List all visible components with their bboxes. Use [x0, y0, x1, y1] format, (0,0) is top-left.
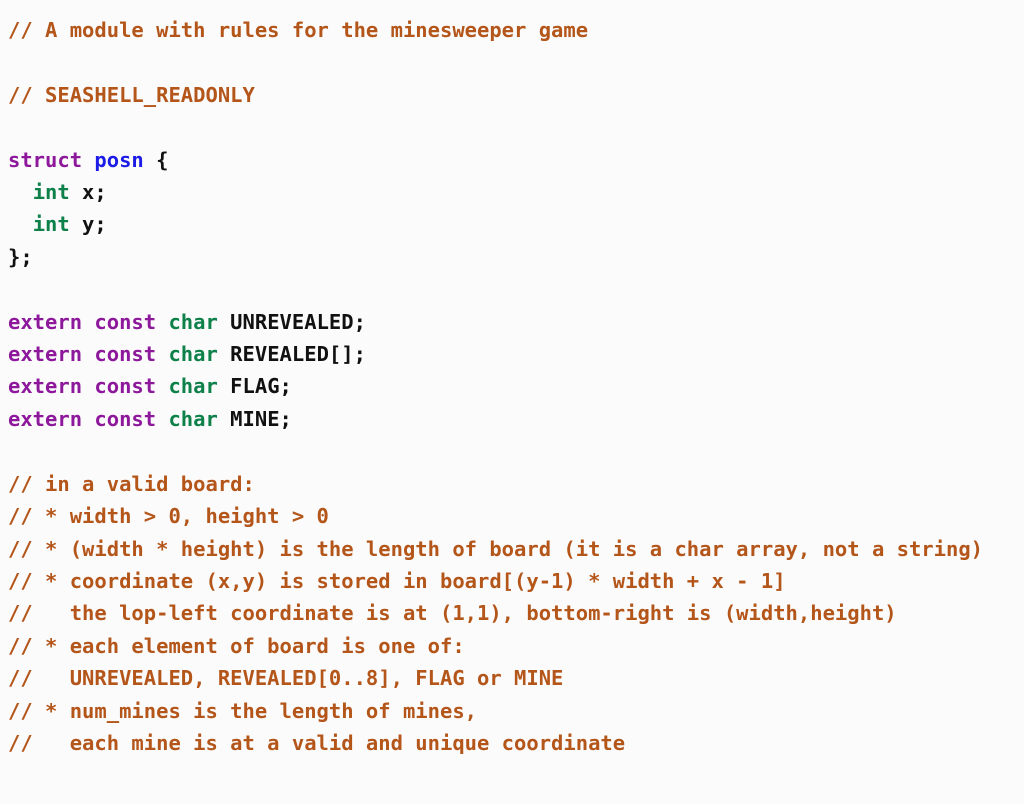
code-line[interactable]: }; [8, 241, 1016, 273]
code-token-plain: x; [69, 180, 107, 205]
code-line-blank[interactable] [8, 111, 1016, 143]
code-token-comment: // A module with rules for the minesweep… [8, 18, 589, 42]
code-line[interactable]: extern const char MINE; [8, 403, 1016, 435]
code-token-plain: y; [69, 212, 107, 237]
code-token-plain: REVEALED[]; [217, 342, 366, 367]
code-token-comment: // * coordinate (x,y) is stored in board… [8, 568, 786, 593]
code-editor-viewport[interactable]: // A module with rules for the minesweep… [0, 0, 1024, 804]
code-token-comment: // * width > 0, height > 0 [8, 504, 329, 529]
code-token-punct: }; [8, 244, 33, 269]
code-line[interactable]: // SEASHELL_READONLY [8, 79, 1016, 111]
code-line[interactable]: extern const char FLAG; [8, 370, 1016, 402]
code-line[interactable]: // UNREVEALED, REVEALED[0..8], FLAG or M… [8, 662, 1016, 694]
code-line-blank[interactable] [8, 46, 1016, 78]
code-line[interactable]: // * width > 0, height > 0 [8, 500, 1016, 532]
code-token-keyword: extern const [8, 374, 157, 399]
code-line[interactable]: extern const char UNREVEALED; [8, 306, 1016, 338]
code-token-comment: // * num_mines is the length of mines, [8, 698, 477, 723]
code-token-keyword: extern const [8, 342, 157, 367]
code-token-type: char [168, 342, 218, 367]
code-line[interactable]: extern const char REVEALED[]; [8, 338, 1016, 370]
code-line[interactable]: struct posn { [8, 144, 1016, 176]
code-token-type: int [32, 180, 70, 205]
code-token-comment: // in a valid board: [8, 471, 255, 496]
code-token-comment: // each mine is at a valid and unique co… [8, 730, 626, 755]
code-token-typename: posn [94, 147, 144, 172]
code-token-plain: MINE; [217, 406, 292, 431]
code-token-keyword: extern const [8, 406, 157, 431]
code-line[interactable]: // * each element of board is one of: [8, 630, 1016, 662]
code-line[interactable]: // * (width * height) is the length of b… [8, 533, 1016, 565]
code-line-blank[interactable] [8, 273, 1016, 305]
code-line[interactable]: // in a valid board: [8, 468, 1016, 500]
code-token-comment: // * each element of board is one of: [8, 633, 465, 658]
code-line[interactable]: // * coordinate (x,y) is stored in board… [8, 565, 1016, 597]
code-token-type: char [168, 406, 218, 431]
code-line-blank[interactable] [8, 435, 1016, 467]
code-token-comment: // UNREVEALED, REVEALED[0..8], FLAG or M… [8, 666, 564, 691]
code-token-comment: // the lop-left coordinate is at (1,1), … [8, 601, 897, 626]
code-line[interactable]: // * num_mines is the length of mines, [8, 695, 1016, 727]
code-token-plain: UNREVEALED; [217, 309, 366, 334]
code-token-keyword: struct [8, 147, 83, 172]
code-token-comment: // SEASHELL_READONLY [8, 82, 255, 107]
code-token-plain: FLAG; [217, 374, 292, 399]
code-token-comment: // * (width * height) is the length of b… [8, 536, 984, 561]
code-lines-container[interactable]: // A module with rules for the minesweep… [8, 14, 1016, 759]
code-line[interactable]: // each mine is at a valid and unique co… [8, 727, 1016, 759]
code-token-keyword: extern const [8, 309, 157, 334]
code-line[interactable]: // A module with rules for the minesweep… [8, 14, 1016, 46]
code-token-type: int [32, 212, 70, 237]
code-token-type: char [168, 374, 218, 399]
code-line[interactable]: // the lop-left coordinate is at (1,1), … [8, 597, 1016, 629]
code-line[interactable]: int y; [8, 208, 1016, 240]
code-token-type: char [168, 309, 218, 334]
code-token-punct: { [143, 147, 169, 172]
code-line[interactable]: int x; [8, 176, 1016, 208]
